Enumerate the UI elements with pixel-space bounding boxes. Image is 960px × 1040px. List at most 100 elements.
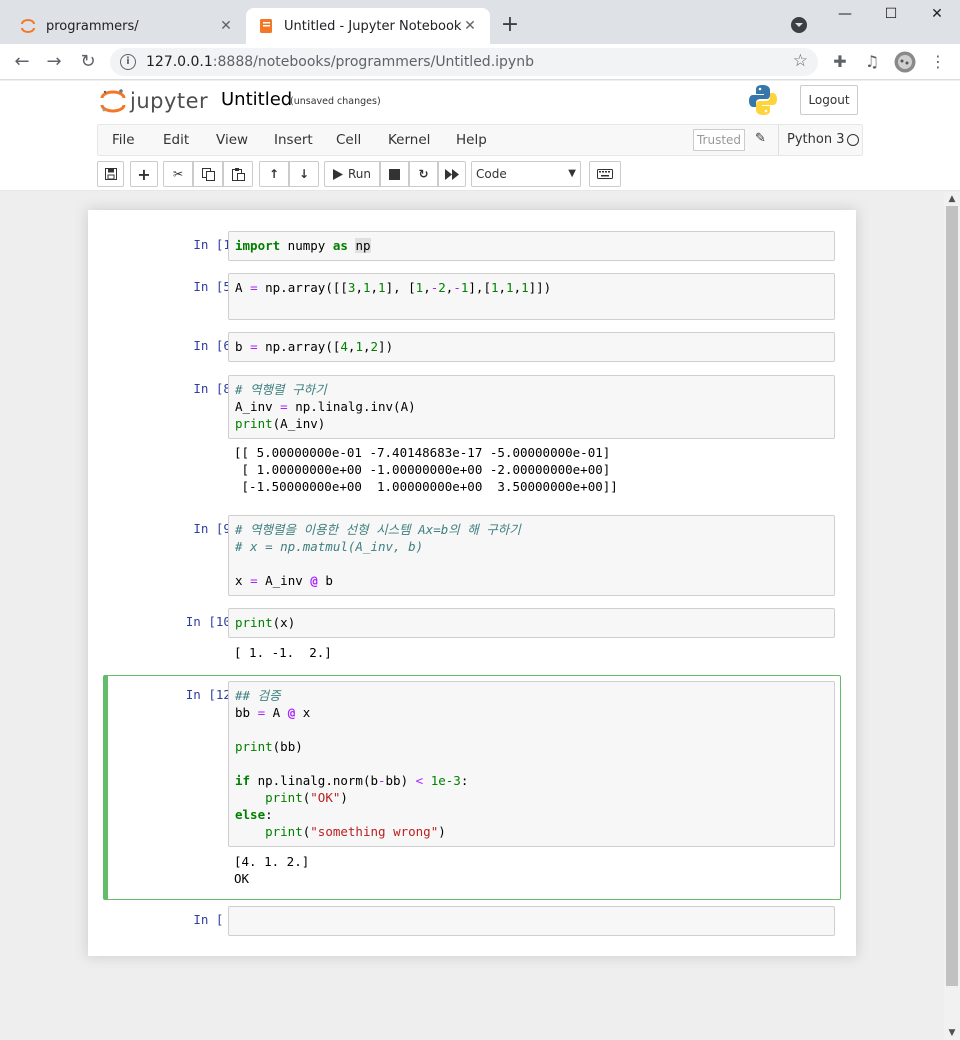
scrollbar-thumb[interactable] — [946, 206, 958, 986]
save-icon — [104, 168, 117, 180]
close-icon[interactable]: ✕ — [218, 18, 234, 34]
url-input[interactable]: i 127.0.0.1:8888/notebooks/programmers/U… — [110, 48, 818, 76]
cell-output: [ 1. -1. 2.] — [234, 644, 332, 661]
cell-input[interactable]: A = np.array([[3,1,1], [1,-2,-1],[1,1,1]… — [228, 273, 835, 320]
notebook-favicon-icon — [260, 19, 272, 33]
restart-icon: ↻ — [418, 167, 429, 181]
output-line: [ 1. -1. 2.] — [234, 645, 332, 660]
code-cell[interactable]: In [8]: # 역행렬 구하기 A_inv = np.linalg.inv(… — [88, 375, 856, 500]
trusted-indicator[interactable]: Trusted — [693, 129, 745, 151]
notebook-name[interactable]: Untitled — [221, 89, 292, 110]
play-icon — [332, 168, 343, 180]
cell-input[interactable]: b = np.array([4,1,2]) — [228, 332, 835, 362]
browser-tab-programmers[interactable]: programmers/ ✕ — [8, 8, 246, 44]
save-button[interactable] — [97, 161, 124, 187]
restart-kernel-button[interactable]: ↻ — [409, 161, 438, 187]
jupyter-header: jupyter Untitled (unsaved changes) Logou… — [0, 81, 960, 191]
output-line: [ 1.00000000e+00 -1.00000000e+00 -2.0000… — [234, 462, 611, 477]
run-button[interactable]: Run — [324, 161, 380, 187]
jupyter-logo[interactable]: jupyter — [100, 87, 208, 115]
cut-button[interactable]: ✂ — [163, 161, 193, 187]
window-close-icon[interactable]: ✕ — [914, 6, 960, 28]
tab-title: Untitled - Jupyter Notebook — [284, 18, 462, 34]
cell-type-select[interactable]: Code ▼ — [471, 161, 581, 187]
new-tab-plus-icon[interactable]: + — [498, 14, 522, 38]
browser-menu-icon[interactable]: ⋮ — [928, 52, 948, 72]
fast-forward-icon — [445, 168, 459, 180]
scroll-down-arrow-icon[interactable]: ▼ — [944, 1026, 960, 1040]
menu-help[interactable]: Help — [456, 132, 487, 148]
jupyter-favicon-icon — [21, 19, 35, 33]
code-cell[interactable]: In [5]: A = np.array([[3,1,1], [1,-2,-1]… — [88, 273, 856, 320]
code-cell[interactable]: In [6]: b = np.array([4,1,2]) — [88, 332, 856, 363]
vertical-scrollbar[interactable]: ▲ ▼ — [944, 192, 960, 1040]
notebook-toolbar: + ✂ ↑ ↓ Run ↻ Code ▼ — [0, 161, 960, 191]
code-cell[interactable]: In [9]: # 역행렬을 이용한 선형 시스템 Ax=b의 해 구하기 # … — [88, 515, 856, 596]
url-host: 127.0.0.1 — [146, 54, 213, 70]
arrow-down-icon: ↓ — [298, 167, 310, 181]
code-cell[interactable]: In [ ]: — [88, 906, 856, 937]
keyboard-icon — [597, 169, 613, 179]
maximize-icon[interactable]: ☐ — [868, 6, 914, 28]
cell-input[interactable]: # 역행렬 구하기 A_inv = np.linalg.inv(A) print… — [228, 375, 835, 439]
reload-icon[interactable]: ↻ — [76, 50, 100, 74]
scroll-up-arrow-icon[interactable]: ▲ — [944, 192, 960, 206]
code-cell[interactable]: In [10]: print(x) [ 1. -1. 2.] — [88, 608, 856, 664]
code-cell-selected[interactable]: In [12]: ## 검증 bb = A @ x print(bb) if n… — [88, 681, 856, 896]
logout-button[interactable]: Logout — [800, 85, 858, 115]
logo-text: jupyter — [130, 89, 209, 113]
menu-edit[interactable]: Edit — [163, 132, 189, 148]
autosave-status: (unsaved changes) — [290, 96, 381, 107]
notebook-container: In [1]: import numpy as np In [5]: A = n… — [88, 210, 856, 956]
media-queue-icon[interactable]: ♫ — [862, 52, 882, 72]
notebook-site: In [1]: import numpy as np In [5]: A = n… — [0, 192, 944, 1040]
menu-bar: File Edit View Insert Cell Kernel Help T… — [97, 124, 863, 156]
plus-icon: + — [137, 164, 151, 184]
restart-run-all-button[interactable] — [438, 161, 466, 187]
cell-input[interactable]: ## 검증 bb = A @ x print(bb) if np.linalg.… — [228, 681, 835, 847]
site-info-icon[interactable]: i — [120, 54, 136, 70]
paste-icon — [231, 167, 245, 181]
cell-input[interactable]: # 역행렬을 이용한 선형 시스템 Ax=b의 해 구하기 # x = np.m… — [228, 515, 835, 596]
command-palette-button[interactable] — [589, 161, 621, 187]
minimize-icon[interactable]: — — [822, 6, 868, 28]
browser-tab-bar: programmers/ ✕ Untitled - Jupyter Notebo… — [0, 0, 960, 44]
python-logo-icon — [749, 85, 777, 115]
output-line: OK — [234, 871, 250, 886]
menu-view[interactable]: View — [216, 132, 248, 148]
bookmark-star-icon[interactable]: ☆ — [793, 51, 808, 71]
arrow-up-icon: ↑ — [268, 167, 280, 181]
interrupt-button[interactable] — [380, 161, 409, 187]
chevron-down-icon: ▼ — [568, 168, 576, 179]
menu-kernel[interactable]: Kernel — [388, 132, 430, 148]
copy-icon — [201, 167, 215, 181]
cell-input[interactable] — [228, 906, 835, 936]
output-line: [-1.50000000e+00 1.00000000e+00 3.500000… — [234, 479, 618, 494]
copy-button[interactable] — [193, 161, 223, 187]
cell-output: [[ 5.00000000e-01 -7.40148683e-17 -5.000… — [234, 444, 618, 495]
tab-title: programmers/ — [46, 18, 139, 34]
profile-avatar-icon[interactable] — [894, 51, 916, 73]
browser-tab-notebook[interactable]: Untitled - Jupyter Notebook ✕ — [246, 8, 490, 44]
forward-arrow-icon[interactable]: → — [42, 50, 66, 74]
code-cell[interactable]: In [1]: import numpy as np — [88, 231, 856, 263]
menu-file[interactable]: File — [112, 132, 135, 148]
cell-input[interactable]: print(x) — [228, 608, 835, 638]
cell-type-value: Code — [476, 167, 507, 181]
tab-search-icon[interactable] — [790, 16, 808, 34]
back-arrow-icon[interactable]: ← — [10, 50, 34, 74]
kernel-name[interactable]: Python 3 — [778, 125, 844, 155]
extensions-puzzle-icon[interactable]: ✚ — [830, 52, 850, 72]
menu-cell[interactable]: Cell — [336, 132, 361, 148]
jupyter-logo-icon — [100, 89, 126, 113]
close-icon[interactable]: ✕ — [462, 18, 478, 34]
edit-pencil-icon[interactable]: ✎ — [755, 131, 766, 146]
move-down-button[interactable]: ↓ — [289, 161, 319, 187]
cell-input[interactable]: import numpy as np — [228, 231, 835, 261]
kernel-idle-indicator-icon — [847, 134, 859, 146]
menu-insert[interactable]: Insert — [274, 132, 313, 148]
move-up-button[interactable]: ↑ — [259, 161, 289, 187]
cell-output: [4. 1. 2.] OK — [234, 853, 309, 887]
insert-cell-button[interactable]: + — [130, 161, 158, 187]
paste-button[interactable] — [223, 161, 253, 187]
